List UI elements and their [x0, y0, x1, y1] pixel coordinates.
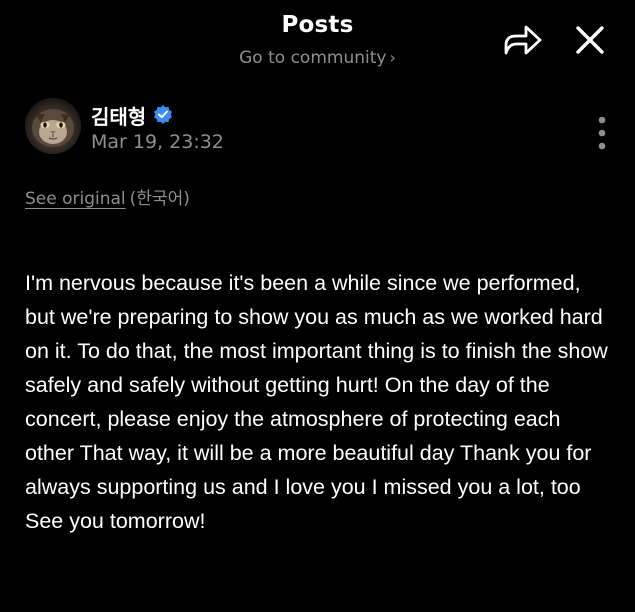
chevron-right-icon: ›: [389, 48, 396, 67]
more-vertical-icon: [598, 116, 606, 150]
share-button[interactable]: [502, 22, 544, 58]
post-author: 김태형 Mar 19, 23:32: [25, 98, 610, 158]
share-icon: [504, 25, 542, 55]
see-original-link[interactable]: See original: [25, 189, 126, 209]
post-body: I'm nervous because it's been a while si…: [25, 271, 608, 533]
close-button[interactable]: [570, 20, 610, 60]
verified-badge-icon: [153, 104, 173, 124]
original-language-label: (한국어): [129, 189, 190, 209]
avatar[interactable]: [25, 98, 81, 154]
avatar-image: [25, 98, 81, 154]
more-options-button[interactable]: [591, 113, 613, 153]
translation-note: See original (한국어): [25, 184, 190, 209]
go-to-community-label: Go to community: [239, 48, 387, 68]
header: Posts Go to community ›: [0, 0, 635, 80]
post-timestamp: Mar 19, 23:32: [91, 131, 224, 153]
author-name[interactable]: 김태형: [91, 101, 146, 130]
close-icon: [576, 26, 604, 54]
